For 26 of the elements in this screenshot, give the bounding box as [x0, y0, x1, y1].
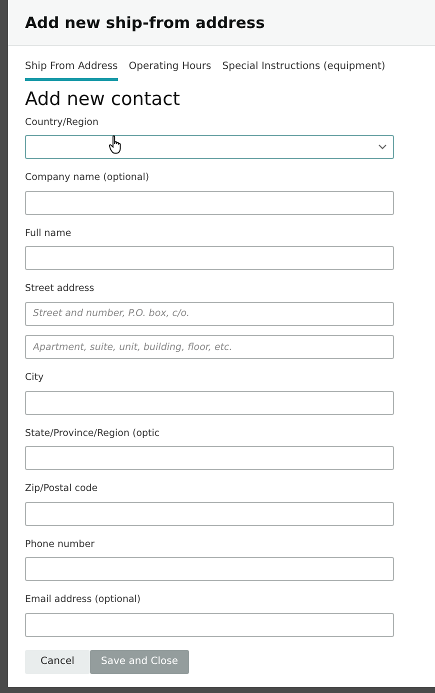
input-field[interactable]: Street and number, P.O. box, c/o.	[25, 302, 394, 326]
cancel-button[interactable]: Cancel	[25, 650, 90, 674]
input-field[interactable]	[25, 246, 394, 270]
input-field[interactable]	[25, 390, 394, 414]
dialog-title: Add new ship-from address	[25, 14, 265, 32]
field-label: City	[25, 372, 45, 384]
tab[interactable]: Special Instructions (equipment)	[222, 58, 386, 81]
tab[interactable]: Ship From Address	[25, 58, 118, 81]
section-heading: Add new contact	[25, 89, 182, 111]
field-label: Zip/Postal code	[25, 483, 99, 495]
input-field[interactable]	[25, 190, 394, 214]
field-label: Email address (optional)	[25, 594, 142, 606]
country-dropdown[interactable]	[25, 135, 394, 159]
field-label: Country/Region	[25, 117, 100, 129]
hand-cursor-icon	[108, 135, 124, 155]
chevron-down-icon	[378, 144, 387, 150]
input-field[interactable]	[25, 557, 394, 581]
field-label: Company name (optional)	[25, 172, 150, 184]
field-label: Full name	[25, 228, 72, 240]
input-field[interactable]	[25, 446, 394, 470]
field-label: State/Province/Region (optic	[25, 428, 161, 440]
input-field[interactable]	[25, 502, 394, 526]
tab[interactable]: Operating Hours	[128, 58, 212, 81]
field-label: Street address	[25, 283, 96, 295]
input-field[interactable]	[25, 612, 394, 636]
field-label: Phone number	[25, 538, 96, 550]
